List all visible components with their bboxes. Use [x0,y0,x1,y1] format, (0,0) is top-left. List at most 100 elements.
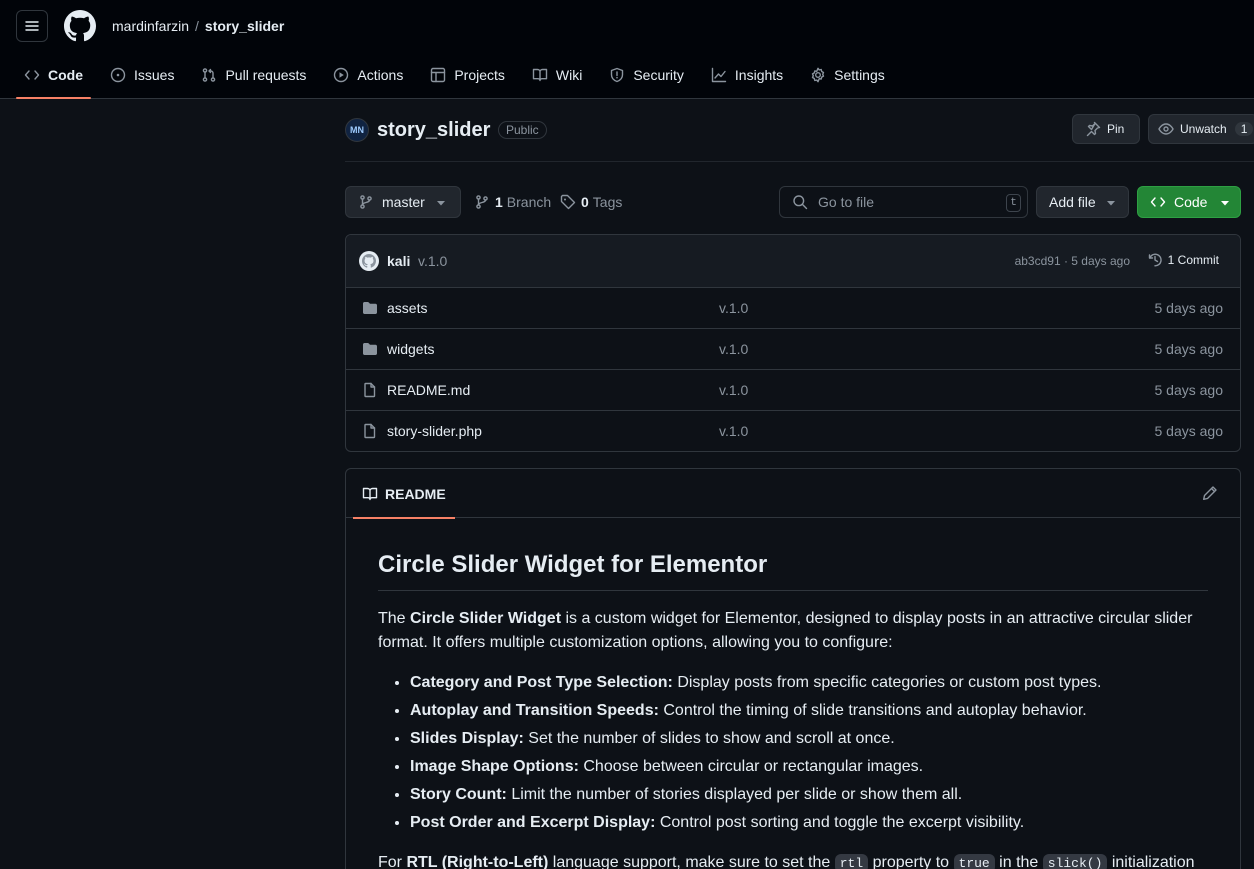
caret-down-icon [1221,201,1229,206]
branch-name: master [382,194,425,210]
menu-button[interactable] [16,10,48,42]
bold-text: Story Count: [410,786,507,803]
tab-label: Security [633,67,684,83]
graph-icon [711,67,727,83]
file-commit-message[interactable]: v.1.0 [719,382,748,398]
text: Limit the number of stories displayed pe… [506,786,963,803]
tab-insights[interactable]: Insights [703,57,791,93]
tags-link[interactable]: 0 Tags [560,194,622,210]
feature-list: Category and Post Type Selection: Displa… [378,671,1208,835]
bold-text: Circle Slider Widget [410,610,562,627]
commit-message[interactable]: v.1.0 [418,253,447,269]
book-icon [532,68,548,82]
tab-security[interactable]: Security [601,57,692,93]
file-row[interactable]: widgets v.1.0 5 days ago [346,329,1240,370]
tab-readme[interactable]: README [353,469,455,519]
pull-request-icon [203,68,216,82]
tab-wiki[interactable]: Wiki [524,57,590,93]
branches-link[interactable]: 1 Branch [474,194,551,210]
text: Control post sorting and toggle the exce… [655,814,1025,831]
file-commit-message[interactable]: v.1.0 [719,341,748,357]
tab-code[interactable]: Code [16,57,91,99]
file-name[interactable]: widgets [387,341,434,357]
latest-commit-bar: kali v.1.0 ab3cd91 · 5 days ago 1 Commit [346,235,1240,288]
add-file-button[interactable]: Add file [1036,186,1129,218]
file-name[interactable]: story-slider.php [387,423,482,439]
commit-author[interactable]: kali [387,253,410,269]
repo-name[interactable]: story_slider [377,119,490,142]
tab-settings[interactable]: Settings [802,57,893,93]
folder-icon [363,343,377,355]
github-octocat-icon [362,254,376,268]
repo-link[interactable]: story_slider [205,18,284,34]
caret-down-icon [1107,201,1115,206]
tab-label: Actions [357,67,404,83]
issue-icon [110,67,126,83]
list-item: Post Order and Excerpt Display: Control … [410,811,1208,835]
readme-title: Circle Slider Widget for Elementor [378,550,1208,591]
tab-pull-requests[interactable]: Pull requests [193,57,314,93]
list-item: Autoplay and Transition Speeds: Control … [410,699,1208,723]
commit-history-link[interactable]: 1 Commit [1147,252,1219,268]
branch-selector[interactable]: master [345,186,461,218]
add-file-label: Add file [1049,194,1096,210]
unwatch-button[interactable]: Unwatch 1 [1148,114,1254,144]
readme-panel: README Circle Slider Widget for Elemento… [345,468,1241,869]
readme-intro: The Circle Slider Widget is a custom wid… [378,607,1208,655]
list-item: Image Shape Options: Choose between circ… [410,755,1208,779]
text: language support, make sure to set the [548,854,835,869]
repo-title-bar: MN story_slider Public Pin Unwatch 1 [345,114,1254,162]
tab-label: Pull requests [225,67,307,83]
table-icon [431,67,446,83]
list-item: Slides Display: Set the number of slides… [410,727,1208,751]
commit-hash-time[interactable]: ab3cd91 · 5 days ago [1015,254,1130,268]
bold-text: Autoplay and Transition Speeds: [410,702,659,719]
text: property to [868,854,954,869]
bold-text: Image Shape Options: [410,758,579,775]
tag-icon [560,194,576,210]
visibility-badge: Public [498,121,547,139]
gear-icon [811,67,825,83]
file-date: 5 days ago [1154,300,1224,316]
code-icon [24,70,40,80]
tab-actions[interactable]: Actions [325,57,411,93]
file-commit-message[interactable]: v.1.0 [719,300,748,316]
go-to-file-input[interactable]: Go to file t [779,186,1028,218]
text: in the [994,854,1043,869]
bold-text: RTL (Right-to-Left) [406,854,549,869]
readme-header: README [346,469,1240,519]
bold-text: Post Order and Excerpt Display: [410,814,656,831]
file-name[interactable]: assets [387,300,427,316]
file-commit-message[interactable]: v.1.0 [719,423,748,439]
file-row[interactable]: assets v.1.0 5 days ago [346,288,1240,329]
file-date: 5 days ago [1154,341,1224,357]
file-row[interactable]: README.md v.1.0 5 days ago [346,370,1240,411]
breadcrumb-separator: / [195,18,199,34]
file-row[interactable]: story-slider.php v.1.0 5 days ago [346,411,1240,451]
owner-link[interactable]: mardinfarzin [112,18,189,34]
folder-icon [363,302,377,314]
text: Control the timing of slide transitions … [658,702,1087,719]
tab-label: Projects [454,67,505,83]
tab-label: Wiki [555,67,583,83]
pencil-icon[interactable] [1202,485,1218,501]
file-name[interactable]: README.md [387,382,470,398]
tab-projects[interactable]: Projects [422,57,513,93]
text: Display posts from specific categories o… [672,674,1102,691]
list-item: Category and Post Type Selection: Displa… [410,671,1208,695]
user-avatar[interactable] [359,251,379,271]
code-icon [1150,197,1166,207]
code-button[interactable]: Code [1137,186,1241,218]
tab-label: Insights [734,67,784,83]
github-logo-icon[interactable] [64,10,96,42]
pin-icon [1086,121,1101,137]
list-item: Story Count: Limit the number of stories… [410,783,1208,807]
pin-button[interactable]: Pin [1072,114,1140,144]
text: Choose between circular or rectangular i… [578,758,924,775]
commit-count: 1 Commit [1167,253,1219,267]
inline-code: rtl [834,854,869,869]
tab-issues[interactable]: Issues [102,57,182,93]
branch-label: Branch [506,194,552,210]
branch-icon [476,195,488,209]
play-icon [334,67,349,83]
